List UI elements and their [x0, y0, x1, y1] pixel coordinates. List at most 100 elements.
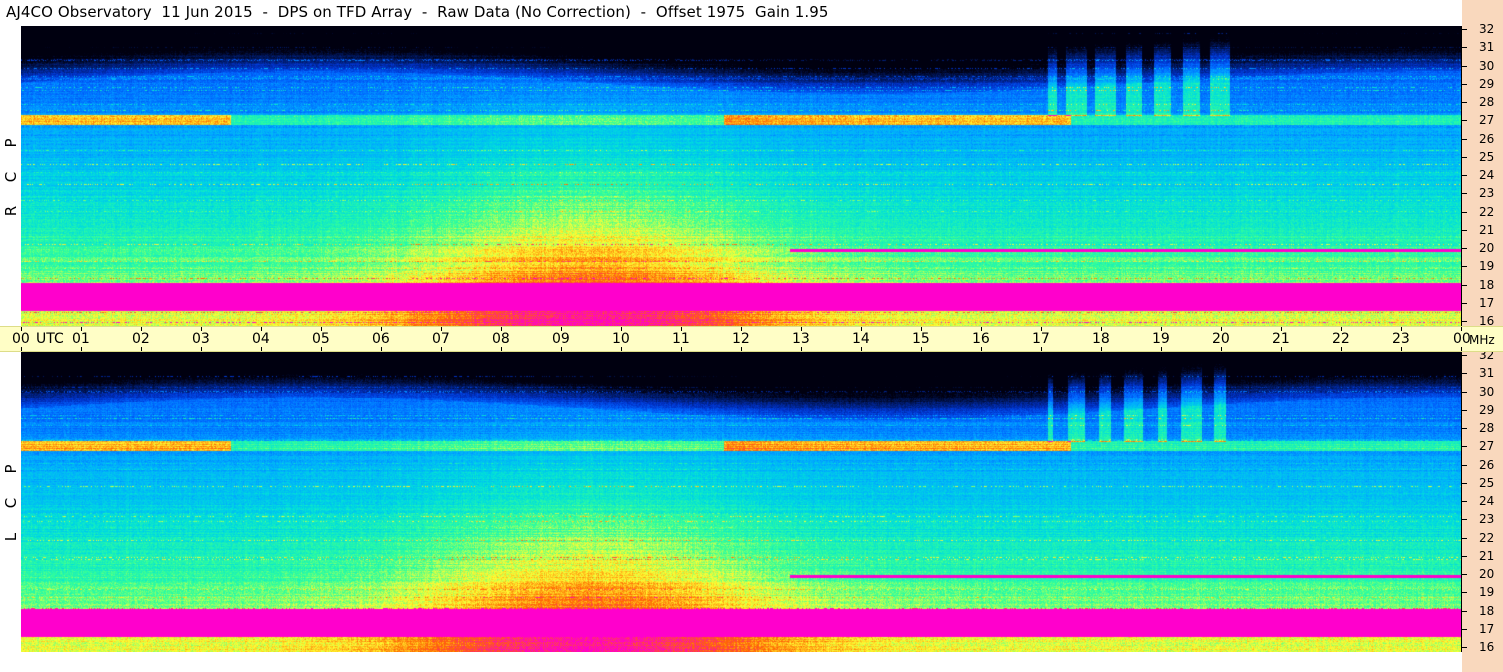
- time-tick-bottom-17: [1041, 347, 1042, 351]
- freq-tick-bottom-20: [1462, 574, 1467, 575]
- freq-tick-bottom-16: [1462, 647, 1467, 648]
- freq-unit-label: MHz: [1469, 333, 1495, 347]
- time-tick-bottom-8: [501, 347, 502, 351]
- time-label-6: 06: [372, 331, 390, 347]
- freq-tick-bottom-19: [1462, 592, 1467, 593]
- rcp-label-column: P C R: [0, 26, 21, 326]
- freq-tick-bottom-17: [1462, 629, 1467, 630]
- freq-label-bottom-20: 20: [1479, 567, 1495, 581]
- time-tick-bottom-3: [201, 347, 202, 351]
- freq-tick-top-24: [1462, 175, 1467, 176]
- freq-label-top-17: 17: [1479, 296, 1495, 310]
- time-tick-bottom-16: [981, 347, 982, 351]
- freq-tick-bottom-29: [1462, 410, 1467, 411]
- time-tick-bottom-13: [801, 347, 802, 351]
- time-tick-bottom-21: [1281, 347, 1282, 351]
- freq-tick-top-17: [1462, 303, 1467, 304]
- time-label-14: 14: [852, 331, 870, 347]
- time-label-2: 02: [132, 331, 150, 347]
- lcp-letter-l: L: [2, 532, 20, 542]
- freq-label-bottom-25: 25: [1479, 476, 1495, 490]
- time-label-9: 09: [552, 331, 570, 347]
- time-tick-bottom-22: [1341, 347, 1342, 351]
- time-label-15: 15: [912, 331, 930, 347]
- time-tick-bottom-1: [81, 347, 82, 351]
- freq-label-bottom-17: 17: [1479, 622, 1495, 636]
- time-tick-bottom-2: [141, 347, 142, 351]
- freq-tick-top-28: [1462, 102, 1467, 103]
- time-tick-bottom-5: [321, 347, 322, 351]
- freq-label-bottom-31: 31: [1479, 366, 1495, 380]
- freq-label-top-27: 27: [1479, 113, 1495, 127]
- freq-tick-top-18: [1462, 285, 1467, 286]
- freq-label-top-31: 31: [1479, 40, 1495, 54]
- time-tick-bottom-6: [381, 347, 382, 351]
- freq-label-top-28: 28: [1479, 95, 1495, 109]
- time-label-3: 03: [192, 331, 210, 347]
- lcp-letter-c: C: [2, 497, 20, 509]
- freq-tick-bottom-31: [1462, 373, 1467, 374]
- time-tick-bottom-9: [561, 347, 562, 351]
- freq-label-bottom-26: 26: [1479, 458, 1495, 472]
- time-label-11: 11: [672, 331, 690, 347]
- time-tick-bottom-12: [741, 347, 742, 351]
- time-tick-bottom-19: [1161, 347, 1162, 351]
- freq-label-bottom-24: 24: [1479, 494, 1495, 508]
- freq-tick-bottom-30: [1462, 392, 1467, 393]
- time-tick-bottom-7: [441, 347, 442, 351]
- time-label-7: 07: [432, 331, 450, 347]
- freq-label-top-32: 32: [1479, 22, 1495, 36]
- time-tick-bottom-11: [681, 347, 682, 351]
- freq-tick-top-26: [1462, 139, 1467, 140]
- time-axis: 00 01 02 03 04 05 06 07 08 09 10 11 12 13 14 15 16 17 18 19…: [0, 326, 1503, 352]
- lcp-spectrogram: [21, 352, 1462, 652]
- lcp-heatmap-canvas: [21, 352, 1462, 652]
- freq-label-bottom-16: 16: [1479, 640, 1495, 654]
- freq-label-top-29: 29: [1479, 77, 1495, 91]
- freq-tick-top-32: [1462, 29, 1467, 30]
- rcp-spectrogram: [21, 26, 1462, 326]
- lcp-letter-p: P: [2, 464, 20, 474]
- freq-tick-bottom-32: [1462, 355, 1467, 356]
- freq-tick-top-31: [1462, 47, 1467, 48]
- freq-tick-top-19: [1462, 266, 1467, 267]
- freq-tick-bottom-23: [1462, 519, 1467, 520]
- freq-tick-top-21: [1462, 230, 1467, 231]
- rcp-heatmap-canvas: [21, 26, 1462, 326]
- time-label-0: 00: [12, 331, 30, 347]
- time-label-20: 20: [1212, 331, 1230, 347]
- time-tick-bottom-23: [1401, 347, 1402, 351]
- freq-label-bottom-23: 23: [1479, 512, 1495, 526]
- freq-tick-top-25: [1462, 157, 1467, 158]
- time-label-23: 23: [1392, 331, 1410, 347]
- freq-label-bottom-27: 27: [1479, 439, 1495, 453]
- freq-label-bottom-18: 18: [1479, 604, 1495, 618]
- freq-label-top-18: 18: [1479, 278, 1495, 292]
- time-tick-bottom-14: [861, 347, 862, 351]
- time-label-21: 21: [1272, 331, 1290, 347]
- freq-label-top-26: 26: [1479, 132, 1495, 146]
- freq-label-top-22: 22: [1479, 205, 1495, 219]
- time-label-5: 05: [312, 331, 330, 347]
- time-label-16: 16: [972, 331, 990, 347]
- freq-label-bottom-21: 21: [1479, 549, 1495, 563]
- time-tick-bottom-0: [21, 347, 22, 351]
- time-unit-label: UTC: [36, 331, 64, 347]
- freq-tick-bottom-27: [1462, 446, 1467, 447]
- freq-tick-top-29: [1462, 84, 1467, 85]
- freq-label-bottom-19: 19: [1479, 585, 1495, 599]
- freq-label-top-24: 24: [1479, 168, 1495, 182]
- rcp-letter-p: P: [2, 138, 20, 148]
- time-label-22: 22: [1332, 331, 1350, 347]
- freq-tick-bottom-22: [1462, 538, 1467, 539]
- time-label-19: 19: [1152, 331, 1170, 347]
- time-tick-bottom-24: [1461, 347, 1462, 351]
- time-label-13: 13: [792, 331, 810, 347]
- freq-tick-top-16: [1462, 321, 1467, 322]
- time-label-10: 10: [612, 331, 630, 347]
- freq-tick-bottom-26: [1462, 465, 1467, 466]
- time-label-17: 17: [1032, 331, 1050, 347]
- freq-label-top-20: 20: [1479, 241, 1495, 255]
- time-tick-bottom-18: [1101, 347, 1102, 351]
- time-tick-bottom-4: [261, 347, 262, 351]
